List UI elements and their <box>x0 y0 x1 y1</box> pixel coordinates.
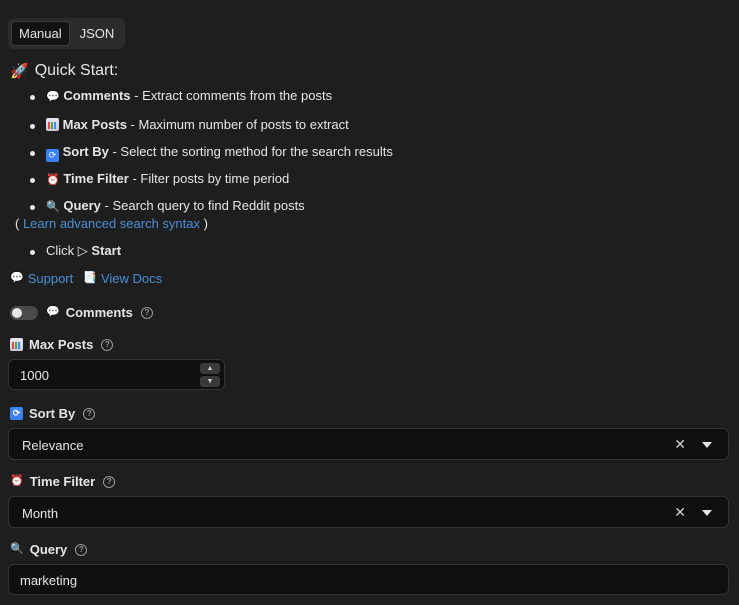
tab-json[interactable]: JSON <box>72 21 123 46</box>
comments-label-text: Comments <box>65 305 133 320</box>
list-item: 🔍 Query - Search query to find Reddit po… <box>30 198 305 213</box>
sort-by-select[interactable]: Relevance ✕ <box>8 428 729 460</box>
quick-start-heading: 🚀 Quick Start: <box>10 62 118 80</box>
support-link[interactable]: Support <box>28 271 74 286</box>
chevron-down-icon[interactable] <box>702 510 712 516</box>
max-posts-input[interactable]: 1000 ▲ ▼ <box>8 359 225 390</box>
list-item: ⏰ Time Filter - Filter posts by time per… <box>30 171 289 186</box>
paren-open: ( <box>15 216 23 231</box>
time-filter-label: ⏰ Time Filter ? <box>10 474 116 489</box>
alarm-clock-icon: ⏰ <box>46 174 60 186</box>
list-item: Click ▷ Start <box>30 243 121 259</box>
comments-toggle-row: 💬 Comments ? <box>10 305 153 320</box>
list-item-name: Query <box>63 198 101 213</box>
alarm-clock-icon: ⏰ <box>10 475 24 487</box>
help-icon[interactable]: ? <box>83 407 96 420</box>
list-item-name: Sort By <box>62 144 109 159</box>
list-item: Max Posts - Maximum number of posts to e… <box>30 117 349 132</box>
time-filter-label-text: Time Filter <box>29 474 96 489</box>
help-icon[interactable]: ? <box>101 338 114 351</box>
sort-by-label-text: Sort By <box>29 406 76 421</box>
speech-bubble-icon: 💬 <box>10 272 24 284</box>
list-item-desc: - Maximum number of posts to extract <box>126 117 349 132</box>
time-filter-value: Month <box>22 506 59 521</box>
help-icon[interactable]: ? <box>140 306 153 319</box>
docs-icon: 📑 <box>83 272 97 284</box>
list-item-continuation: ( Learn advanced search syntax ) <box>15 216 208 231</box>
help-icon[interactable]: ? <box>75 543 88 556</box>
magnifier-icon: 🔍 <box>46 201 60 213</box>
sort-by-value: Relevance <box>22 438 84 453</box>
mode-tabs: Manual JSON <box>8 18 126 49</box>
comments-toggle[interactable] <box>10 305 38 320</box>
list-item: 💬 Comments - Extract comments from the p… <box>30 88 332 103</box>
list-item: ⟳ Sort By - Select the sorting method fo… <box>30 144 393 162</box>
list-item-desc: - Select the sorting method for the sear… <box>108 144 393 159</box>
chevron-down-icon[interactable] <box>702 442 712 448</box>
play-icon: ▷ <box>77 243 88 258</box>
increment-button[interactable]: ▲ <box>200 363 220 374</box>
quick-start-title: Quick Start: <box>34 62 119 79</box>
click-prefix: Click <box>46 243 78 258</box>
tab-manual[interactable]: Manual <box>11 21 70 46</box>
max-posts-label: Max Posts ? <box>10 337 114 352</box>
list-item-desc: - Search query to find Reddit posts <box>100 198 305 213</box>
time-filter-select[interactable]: Month ✕ <box>8 496 729 528</box>
max-posts-stepper: ▲ ▼ <box>200 363 220 387</box>
list-item-name: Comments <box>63 88 131 103</box>
view-docs-link[interactable]: View Docs <box>101 271 162 286</box>
help-links: 💬 Support 📑 View Docs <box>10 271 162 286</box>
speech-bubble-icon: 💬 <box>46 91 60 103</box>
list-item-desc: - Filter posts by time period <box>128 171 290 186</box>
refresh-icon: ⟳ <box>10 407 23 420</box>
clear-icon[interactable]: ✕ <box>674 504 686 521</box>
paren-close: ) <box>200 216 208 231</box>
list-item-name: Max Posts <box>62 117 127 132</box>
query-label-text: Query <box>29 542 68 557</box>
refresh-icon: ⟳ <box>46 149 59 162</box>
decrement-button[interactable]: ▼ <box>200 376 220 387</box>
query-value: marketing <box>20 573 78 588</box>
rocket-icon: 🚀 <box>10 62 29 80</box>
max-posts-label-text: Max Posts <box>29 337 94 352</box>
clear-icon[interactable]: ✕ <box>674 436 686 453</box>
list-item-name: Time Filter <box>63 171 129 186</box>
list-item-desc: - Extract comments from the posts <box>130 88 333 103</box>
speech-bubble-icon: 💬 <box>46 306 60 318</box>
comments-label: 💬 Comments ? <box>46 305 153 320</box>
magnifier-icon: 🔍 <box>10 543 24 555</box>
query-label: 🔍 Query ? <box>10 542 88 557</box>
search-syntax-link[interactable]: Learn advanced search syntax <box>23 216 200 231</box>
bar-chart-icon <box>46 118 59 131</box>
max-posts-value: 1000 <box>20 368 49 383</box>
help-icon[interactable]: ? <box>103 475 116 488</box>
sort-by-label: ⟳ Sort By ? <box>10 406 96 421</box>
query-input[interactable]: marketing <box>8 564 729 595</box>
start-label: Start <box>91 243 122 258</box>
bar-chart-icon <box>10 338 23 351</box>
